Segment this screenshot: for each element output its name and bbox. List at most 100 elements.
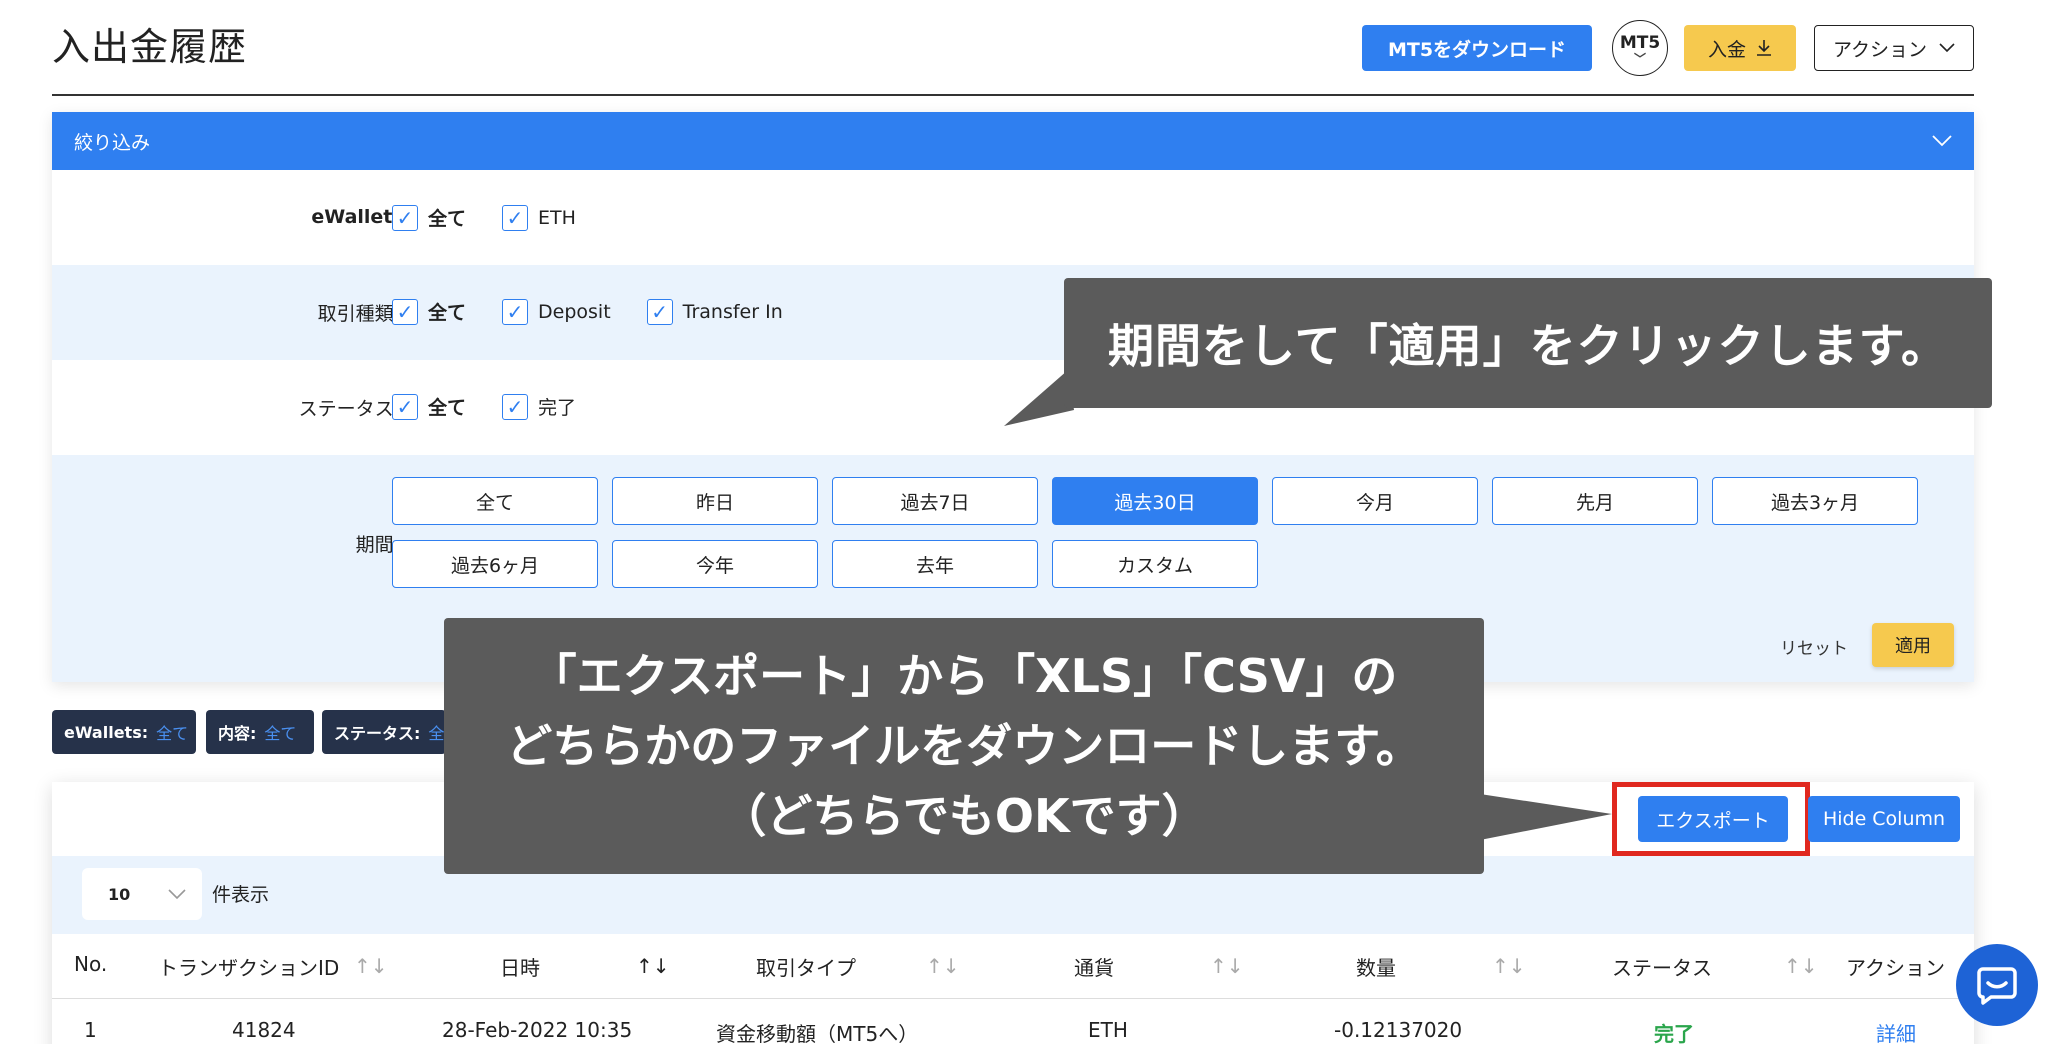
chip-ewallets[interactable]: eWallets: 全て (52, 710, 196, 754)
checkbox-label: Transfer In (682, 300, 783, 323)
callout-line: 「エクスポート」から「XLS」「CSV」の (530, 649, 1398, 703)
checkbox-status-all[interactable]: ✓ 全て (392, 393, 466, 420)
status-label: ステータス: (298, 398, 400, 420)
period-button[interactable]: 過去30日 (1052, 477, 1258, 525)
period-button[interactable]: 過去6ヶ月 (392, 540, 598, 588)
column-header-action: アクション (1846, 956, 1945, 980)
period-button[interactable]: 昨日 (612, 477, 818, 525)
apply-button[interactable]: 適用 (1872, 623, 1954, 667)
checkbox-ewallet-eth[interactable]: ✓ ETH (502, 204, 576, 231)
chevron-down-icon: ﹀ (1633, 51, 1646, 66)
filter-row-ewallet: eWallet: ✓ 全て ✓ ETH (52, 170, 1974, 265)
cell-amount: -0.12137020 (1334, 1018, 1463, 1042)
sort-icon[interactable]: ↑↓ (1492, 954, 1526, 978)
hide-column-button[interactable]: Hide Column (1808, 796, 1960, 842)
cell-type: 資金移動額（MT5へ） (716, 1022, 919, 1044)
checkbox-ewallet-all[interactable]: ✓ 全て (392, 204, 466, 231)
period-button[interactable]: 今年 (612, 540, 818, 588)
action-dropdown-button[interactable]: アクション (1814, 25, 1974, 71)
checkbox-label: 完了 (538, 397, 577, 419)
chat-icon (1977, 967, 2017, 1005)
checkmark-icon: ✓ (646, 298, 673, 325)
callout-line: どちらかのファイルをダウンロードします。 (506, 719, 1422, 773)
chip-value: 全て (264, 724, 297, 743)
tx-type-checkboxes: ✓ 全て ✓ Deposit ✓ Transfer In (392, 298, 819, 325)
cell-detail-link[interactable]: 詳細 (1876, 1018, 1916, 1044)
mt5-badge-label: MT5 (1619, 32, 1661, 53)
checkbox-tx-transfer-in[interactable]: ✓ Transfer In (646, 298, 783, 325)
chip-content[interactable]: 内容: 全て (206, 710, 314, 754)
column-header-transaction-id[interactable]: トランザクションID (158, 952, 339, 981)
reset-link[interactable]: リセット (1780, 634, 1848, 659)
callout-pointer (1480, 794, 1612, 840)
chevron-down-icon (1939, 43, 1955, 53)
checkbox-label: ETH (538, 206, 576, 229)
chip-status[interactable]: ステータス: 全 (322, 710, 446, 754)
period-button[interactable]: 過去3ヶ月 (1712, 477, 1918, 525)
period-button[interactable]: 去年 (832, 540, 1038, 588)
checkmark-icon: ✓ (502, 204, 529, 231)
column-header-currency[interactable]: 通貨 (1074, 952, 1114, 981)
checkmark-icon: ✓ (502, 298, 529, 325)
action-label: アクション (1832, 38, 1928, 61)
chip-key: 内容: (218, 724, 257, 743)
period-button[interactable]: 先月 (1492, 477, 1698, 525)
checkmark-icon: ✓ (392, 204, 418, 231)
chip-key: eWallets: (64, 722, 149, 742)
tx-type-label: 取引種類: (317, 303, 400, 325)
page-title: 入出金履歴 (52, 25, 248, 69)
deposit-label: 入金 (1707, 38, 1746, 61)
checkbox-label: Deposit (538, 300, 611, 323)
sort-icon[interactable]: ↑↓ (1210, 954, 1244, 978)
cell-currency: ETH (1088, 1018, 1128, 1042)
column-header-date[interactable]: 日時 (500, 952, 540, 981)
sort-icon[interactable]: ↑↓ (926, 954, 960, 978)
checkbox-label: 全て (428, 397, 467, 419)
checkmark-icon: ✓ (392, 393, 418, 420)
ewallet-label: eWallet: (311, 206, 400, 228)
cell-transaction-id: 41824 (232, 1018, 296, 1042)
column-header-type[interactable]: 取引タイプ (756, 952, 856, 981)
mt5-platform-toggle[interactable]: MT5 ﹀ (1612, 20, 1668, 76)
page-length-select[interactable]: 10 (82, 868, 202, 920)
chevron-down-icon (168, 889, 186, 899)
sort-icon[interactable]: ↑↓ (636, 954, 670, 978)
callout-period-instruction: 期間をして「適用」をクリックします。 (1064, 278, 1992, 408)
cell-date: 28-Feb-2022 10:35 (442, 1018, 633, 1042)
column-header-amount[interactable]: 数量 (1356, 952, 1396, 981)
filter-header[interactable]: 絞り込み (52, 112, 1974, 170)
column-header-no[interactable]: No. (74, 952, 107, 976)
chip-value: 全て (156, 724, 189, 743)
period-button[interactable]: 過去7日 (832, 477, 1038, 525)
checkmark-icon: ✓ (392, 298, 418, 325)
checkbox-status-complete[interactable]: ✓ 完了 (502, 393, 576, 420)
chip-key: ステータス: (334, 724, 421, 743)
cell-no: 1 (84, 1018, 97, 1042)
chip-value: 全 (428, 724, 445, 743)
status-checkboxes: ✓ 全て ✓ 完了 (392, 393, 612, 420)
table-header-divider (52, 998, 1974, 999)
callout-export-instruction: 「エクスポート」から「XLS」「CSV」の どちらかのファイルをダウンロードしま… (444, 618, 1484, 874)
period-button[interactable]: 全て (392, 477, 598, 525)
header-divider (52, 94, 1974, 96)
mt5-download-button[interactable]: MT5をダウンロード (1362, 25, 1592, 71)
column-header-status[interactable]: ステータス (1612, 952, 1712, 981)
checkbox-tx-all[interactable]: ✓ 全て (392, 298, 466, 325)
chat-support-button[interactable] (1956, 944, 2038, 1026)
checkbox-tx-deposit[interactable]: ✓ Deposit (502, 298, 611, 325)
callout-line: （どちらでもOKです） (720, 789, 1208, 843)
export-highlight-box (1612, 782, 1810, 856)
checkbox-label: 全て (428, 208, 467, 230)
cell-status: 完了 (1654, 1022, 1694, 1044)
deposit-button[interactable]: 入金 (1684, 25, 1796, 71)
chevron-down-icon[interactable] (1932, 135, 1952, 147)
checkmark-icon: ✓ (502, 393, 529, 420)
sort-icon[interactable]: ↑↓ (1784, 954, 1818, 978)
download-icon (1757, 40, 1771, 56)
page-length-label: 件表示 (212, 884, 270, 906)
period-button[interactable]: カスタム (1052, 540, 1258, 588)
period-button[interactable]: 今月 (1272, 477, 1478, 525)
sort-icon[interactable]: ↑↓ (354, 954, 388, 978)
checkbox-label: 全て (428, 302, 467, 324)
page-length-value: 10 (108, 884, 131, 904)
